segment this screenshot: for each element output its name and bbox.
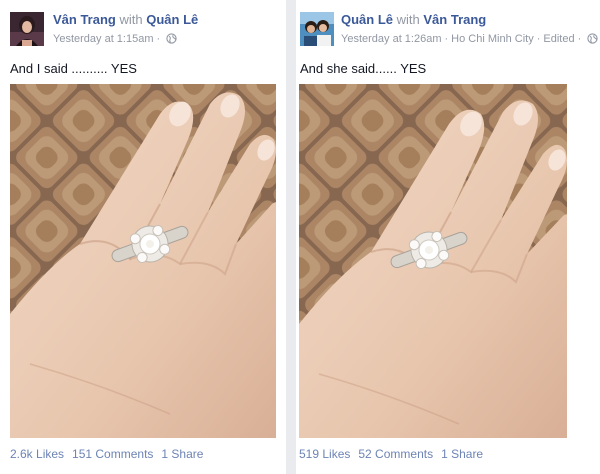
with-text: with (119, 12, 143, 27)
shares-count-link[interactable]: 1 Share (441, 447, 483, 461)
location-link[interactable]: Ho Chi Minh City (451, 33, 534, 45)
feed-post-1: Vân Trang with Quân Lê Yesterday at 1:15… (0, 0, 286, 474)
shares-count-link[interactable]: 1 Share (161, 447, 203, 461)
likes-count-link[interactable]: 519 Likes (299, 447, 350, 461)
feed-gap (286, 0, 296, 474)
post-text: And I said .......... YES (10, 61, 137, 76)
tagged-friend-link[interactable]: Vân Trang (423, 12, 486, 27)
tagged-friend-link[interactable]: Quân Lê (146, 12, 198, 27)
post-stats: 519 Likes 52 Comments 1 Share (299, 446, 491, 462)
likes-count-link[interactable]: 2.6k Likes (10, 447, 64, 461)
feed-post-2: Quân Lê with Vân Trang Yesterday at 1:26… (296, 0, 600, 474)
post-timestamp[interactable]: Yesterday at 1:26am (341, 33, 442, 45)
meta-separator: · (444, 33, 449, 45)
globe-icon[interactable] (166, 33, 177, 48)
author-name-link[interactable]: Quân Lê (341, 12, 393, 27)
with-text: with (396, 12, 420, 27)
post-meta: Yesterday at 1:15am · (53, 32, 177, 48)
edited-label[interactable]: Edited (543, 33, 574, 45)
post-text: And she said...... YES (300, 61, 427, 76)
post-photo[interactable] (10, 84, 276, 438)
meta-separator: · (156, 33, 161, 45)
comments-count-link[interactable]: 151 Comments (72, 447, 153, 461)
post-photo[interactable] (299, 84, 567, 438)
meta-separator: · (577, 33, 582, 45)
globe-icon[interactable] (587, 33, 598, 48)
post-meta: Yesterday at 1:26am · Ho Chi Minh City · Edi… (341, 32, 598, 48)
post-header: Quân Lê with Vân Trang (341, 11, 486, 28)
meta-separator: · (536, 33, 541, 45)
avatar[interactable] (300, 12, 334, 46)
avatar[interactable] (10, 12, 44, 46)
post-stats: 2.6k Likes 151 Comments 1 Share (10, 446, 211, 462)
author-name-link[interactable]: Vân Trang (53, 12, 116, 27)
post-header: Vân Trang with Quân Lê (53, 11, 198, 28)
comments-count-link[interactable]: 52 Comments (358, 447, 433, 461)
post-timestamp[interactable]: Yesterday at 1:15am (53, 33, 154, 45)
